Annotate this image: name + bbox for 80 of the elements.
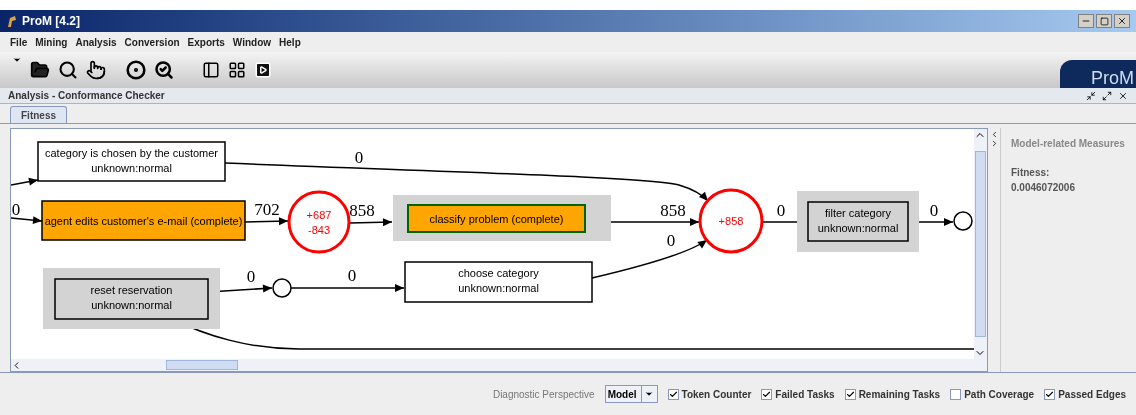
task-name: reset reservation — [90, 284, 173, 296]
arc-arrow — [11, 216, 43, 225]
task-name: choose category — [458, 267, 539, 279]
panel-icon[interactable] — [202, 61, 220, 79]
caret-icon — [644, 389, 654, 399]
checkbox-label: Passed Edges — [1058, 387, 1126, 402]
scroll-thumb[interactable] — [166, 360, 238, 370]
tab[interactable]: Fitness — [10, 106, 67, 123]
arc-count: 0 — [929, 201, 939, 220]
play-icon[interactable] — [254, 61, 272, 79]
arc-count: 0 — [354, 148, 364, 167]
task-name: filter category — [825, 207, 891, 219]
check-icon — [845, 389, 855, 399]
menu-item[interactable]: Help — [279, 34, 301, 50]
checkbox[interactable] — [667, 388, 679, 400]
token-count: +687 — [306, 208, 332, 221]
vertical-scrollbar[interactable] — [974, 129, 987, 359]
menu-item[interactable]: Exports — [187, 34, 225, 50]
maximize-button[interactable] — [1096, 14, 1112, 28]
arc-arrow — [11, 177, 39, 186]
checkbox-label: Path Coverage — [964, 387, 1035, 402]
token-count: -843 — [308, 223, 330, 236]
checkbox[interactable] — [761, 388, 773, 400]
window-title: ProM [4.2] — [22, 13, 80, 30]
arc-arrow — [244, 217, 289, 226]
task-status: unknown:normal — [817, 222, 899, 234]
arc-count: 858 — [349, 201, 375, 220]
metric-label: Fitness: — [1011, 166, 1051, 180]
close-button[interactable] — [1114, 14, 1130, 28]
close-icon[interactable] — [1118, 90, 1128, 101]
checkbox-label: Token Counter — [681, 387, 752, 402]
task-status: unknown:normal — [91, 162, 172, 174]
pointer-icon[interactable] — [86, 60, 106, 80]
zoom-icon[interactable] — [154, 60, 174, 80]
arc-count: 858 — [660, 201, 686, 220]
frame-title: Analysis - Conformance Checker — [8, 89, 165, 103]
close-icon — [1117, 16, 1127, 26]
panel-heading: Model-related Measures — [1011, 137, 1126, 151]
metric-value: 0.0046072006 — [1011, 181, 1076, 195]
check-icon — [668, 389, 678, 399]
search-icon[interactable] — [58, 60, 78, 80]
menu-item[interactable]: Window — [232, 34, 272, 50]
arc-count: 0 — [776, 201, 786, 220]
logo-text: ProM — [1091, 68, 1134, 88]
folder-icon[interactable] — [30, 60, 50, 80]
checkbox[interactable] — [1044, 388, 1056, 400]
arc-count: 0 — [11, 200, 21, 219]
task-name: category is chosen by the customer — [45, 147, 218, 159]
check-icon — [762, 389, 772, 399]
task-status: unknown:normal — [458, 282, 539, 294]
token-count: +858 — [718, 215, 744, 227]
minimize-button[interactable] — [1078, 14, 1094, 28]
scroll-thumb[interactable] — [975, 151, 986, 337]
maximize-icon — [1099, 16, 1109, 26]
horizontal-scrollbar[interactable] — [11, 359, 987, 371]
checkbox-label: Failed Tasks — [775, 387, 835, 402]
task-name: agent edits customer's e-mail (complete) — [44, 214, 243, 227]
arc-count: 702 — [254, 200, 280, 219]
check-icon — [1045, 389, 1055, 399]
task-status: unknown:normal — [91, 299, 172, 311]
task-name: classify problem (complete) — [429, 212, 564, 225]
grid-icon[interactable] — [228, 61, 246, 79]
checkbox[interactable] — [950, 388, 962, 400]
dropdown-icon[interactable] — [12, 55, 22, 65]
maximize-icon[interactable] — [1102, 90, 1112, 101]
circle-icon[interactable] — [126, 60, 146, 80]
perspective-label: Diagnostic Perspective — [492, 387, 595, 402]
arc-arrow — [349, 218, 393, 227]
checkbox[interactable] — [844, 388, 856, 400]
restore-icon[interactable] — [1086, 90, 1096, 101]
perspective-dropdown[interactable]: Model — [604, 385, 658, 403]
menu-item[interactable]: Conversion — [124, 34, 180, 50]
menu-item[interactable]: Mining — [35, 34, 68, 50]
application-icon — [6, 14, 18, 28]
menu-item[interactable]: File — [10, 34, 28, 50]
arc-count: 0 — [666, 231, 676, 250]
arc-count: 0 — [246, 267, 256, 286]
menu-item[interactable]: Analysis — [75, 34, 117, 50]
checkbox-label: Remaining Tasks — [858, 387, 941, 402]
arc-count: 0 — [347, 266, 357, 285]
